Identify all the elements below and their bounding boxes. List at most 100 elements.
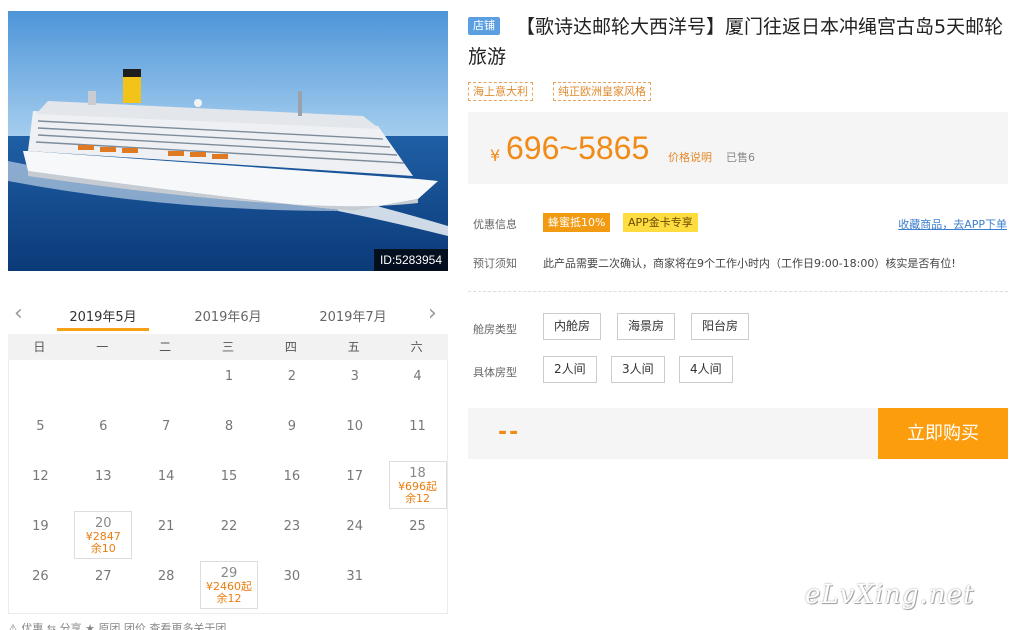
calendar-day: 14 (137, 461, 195, 509)
calendar-day: 2 (263, 361, 321, 409)
calendar-day: 5 (11, 411, 69, 459)
month-tab-may[interactable]: 2019年5月 (57, 306, 149, 331)
weekday-label: 二 (159, 340, 172, 354)
calendar-day: 9 (263, 411, 321, 459)
calendar-day: 10 (326, 411, 384, 459)
calendar-day-available[interactable]: 18 ¥696起 余12 (388, 461, 447, 509)
promo-label: 优惠信息 (473, 218, 517, 231)
store-tag: 店铺 (468, 17, 500, 35)
feature-tag: 纯正欧洲皇家风格 (553, 82, 651, 101)
day-number: 22 (220, 519, 238, 534)
day-number: 8 (224, 419, 234, 434)
site-watermark: eLvXing.net (805, 580, 975, 610)
calendar-day: 30 (263, 561, 321, 609)
notice-label: 预订须知 (473, 257, 517, 270)
month-tab-july[interactable]: 2019年7月 (308, 306, 398, 325)
cabin-option-inside[interactable]: 内舱房 (543, 313, 602, 340)
day-number: 17 (346, 469, 363, 484)
calendar-day: 13 (74, 461, 132, 509)
day-number: 29 (220, 566, 238, 581)
room-option-4[interactable]: 4人间 (679, 356, 733, 383)
calendar-day: 7 (137, 411, 195, 459)
day-number: 28 (157, 569, 175, 584)
calendar-day-available[interactable]: 29 ¥2460起 余12 (200, 561, 258, 609)
product-photo[interactable]: ID:5283954 (8, 11, 448, 271)
calendar-day: 19 (11, 511, 69, 559)
calendar-day: 1 (200, 361, 258, 409)
cabin-option-balcony[interactable]: 阳台房 (691, 313, 750, 340)
divider (468, 291, 1008, 292)
day-remaining: 余12 (405, 492, 431, 505)
day-number: 10 (346, 419, 363, 434)
total-price: -- (498, 420, 521, 445)
day-number: 26 (32, 569, 49, 584)
day-number: 25 (409, 519, 426, 534)
room-type-label: 具体房型 (473, 366, 517, 379)
calendar-day: 6 (74, 411, 132, 459)
calendar-grid: 1 2 3 4 5 6 7 8 9 10 11 12 13 14 15 16 17 18 ¥696起 余12 19 20 ¥… (8, 360, 448, 614)
day-remaining: 余10 (90, 542, 116, 555)
day-number: 1 (224, 369, 234, 384)
next-month-chevron-icon[interactable]: › (428, 303, 442, 325)
room-option-2[interactable]: 2人间 (543, 356, 597, 383)
day-number: 23 (283, 519, 301, 534)
day-number: 31 (346, 569, 363, 584)
cruise-ship-image (8, 11, 448, 271)
day-number: 19 (32, 519, 49, 534)
calendar-day: 4 (389, 361, 447, 409)
favorite-link[interactable]: 收藏商品，去APP下单 (898, 216, 1007, 232)
calendar-day: 12 (11, 461, 69, 509)
promo-badge-app: APP金卡专享 (623, 213, 698, 232)
calendar-day: 11 (389, 411, 447, 459)
day-number: 21 (157, 519, 175, 534)
purchase-bar: -- 立即购买 (468, 408, 1008, 459)
weekday-label: 日 (33, 340, 46, 354)
day-number: 4 (413, 369, 422, 384)
calendar-month-nav: ‹ 2019年5月 2019年6月 2019年7月 › (8, 296, 448, 334)
cabin-option-oceanview[interactable]: 海景房 (617, 313, 676, 340)
weekday-label: 三 (221, 340, 234, 354)
calendar-day-available[interactable]: 20 ¥2847 余10 (74, 511, 133, 559)
price-panel: ¥ 696~5865 价格说明 已售6 (468, 112, 1008, 184)
prev-month-chevron-icon[interactable]: ‹ (14, 303, 28, 325)
price-currency: ¥ (490, 146, 501, 165)
day-number: 9 (287, 419, 296, 434)
calendar-day: 23 (263, 511, 321, 559)
day-number: 16 (283, 469, 301, 484)
room-option-3[interactable]: 3人间 (611, 356, 665, 383)
month-tab-june[interactable]: 2019年6月 (183, 306, 273, 325)
calendar-day: 22 (200, 511, 258, 559)
buy-now-button[interactable]: 立即购买 (878, 408, 1008, 459)
day-number: 24 (346, 519, 363, 534)
feature-tag: 海上意大利 (468, 82, 533, 101)
day-number: 3 (350, 369, 359, 384)
day-number: 11 (409, 419, 426, 434)
calendar-day: 25 (389, 511, 447, 559)
day-remaining: 余12 (216, 592, 242, 605)
product-title: 【歌诗达邮轮大西洋号】厦门往返日本冲绳宫古岛5天邮轮旅游 (468, 16, 1004, 68)
sold-count: 已售6 (726, 151, 755, 164)
day-number: 14 (157, 469, 175, 484)
calendar-day: 17 (326, 461, 384, 509)
photo-id-label: ID:5283954 (373, 249, 448, 271)
price-range: 696~5865 (506, 130, 650, 166)
calendar-day: 28 (137, 561, 195, 609)
promo-badge-honey: 蜂蜜抵10% (543, 213, 611, 232)
day-number: 13 (95, 469, 112, 484)
day-number: 20 (95, 516, 112, 531)
calendar-day: 16 (263, 461, 321, 509)
cabin-type-label: 舱房类型 (473, 323, 517, 336)
calendar-footer: ⚠ 优惠 ⇆ 分享 ★ 原团 团价 查看更多关于团 (8, 622, 227, 630)
day-number: 18 (409, 466, 426, 481)
calendar-day: 31 (326, 561, 384, 609)
day-number: 6 (99, 419, 108, 434)
price-explanation-link[interactable]: 价格说明 (668, 149, 712, 165)
day-number: 15 (220, 469, 238, 484)
day-number: 7 (162, 419, 171, 434)
day-number: 27 (95, 569, 112, 584)
calendar-day: 15 (200, 461, 258, 509)
day-number: 2 (287, 369, 296, 384)
weekday-label: 一 (96, 340, 109, 354)
calendar-day: 24 (326, 511, 384, 559)
weekday-label: 四 (284, 340, 297, 354)
